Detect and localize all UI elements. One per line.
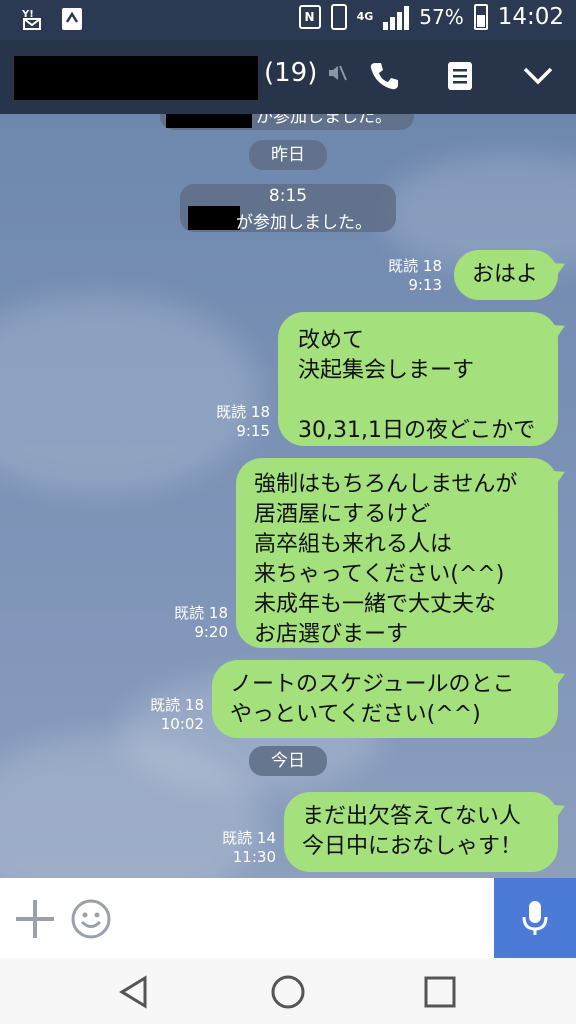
message-input-bar bbox=[0, 878, 576, 958]
nfc-icon: N bbox=[298, 5, 321, 29]
date-divider: 昨日 bbox=[249, 140, 327, 170]
chevron-down-icon[interactable] bbox=[518, 56, 558, 96]
battery-icon bbox=[473, 4, 488, 30]
redacted-group-name bbox=[14, 56, 258, 100]
message-meta: 既読 18 9:15 bbox=[216, 403, 270, 440]
clock: 14:02 bbox=[497, 4, 564, 30]
note-icon[interactable] bbox=[440, 56, 480, 96]
microphone-icon[interactable] bbox=[494, 878, 576, 958]
date-divider: 今日 bbox=[249, 746, 327, 776]
message-meta: 既読 14 11:30 bbox=[222, 829, 276, 866]
redacted-name bbox=[188, 206, 240, 230]
signal-icon bbox=[383, 4, 410, 30]
message-bubble[interactable]: まだ出欠答えてない人 今日中におなしゃす！ bbox=[284, 792, 558, 872]
redacted-name bbox=[166, 114, 252, 128]
message-meta: 既読 18 9:20 bbox=[174, 604, 228, 641]
recents-icon[interactable] bbox=[420, 972, 460, 1012]
message-meta: 既読 18 9:13 bbox=[388, 257, 442, 294]
back-icon[interactable] bbox=[114, 972, 154, 1012]
plus-icon[interactable] bbox=[16, 900, 54, 938]
home-icon[interactable] bbox=[268, 972, 308, 1012]
chat-header: (19) bbox=[0, 40, 576, 114]
chat-area[interactable]: が参加しました。 昨日 8:15 が参加しました。 既読 18 9:13 おはよ … bbox=[0, 114, 576, 878]
battery-percent: 57% bbox=[419, 5, 464, 29]
status-bar: Y! N 4G 57% 14:02 bbox=[0, 0, 576, 40]
clipboard-icon bbox=[60, 6, 84, 40]
network-type: 4G bbox=[356, 10, 374, 23]
system-message-join: 8:15 が参加しました。 bbox=[180, 184, 396, 233]
system-message-partial: が参加しました。 bbox=[160, 114, 414, 130]
message-bubble[interactable]: 改めて 決起集会しまーす 30,31,1日の夜どこかで bbox=[278, 312, 558, 446]
member-count: (19) bbox=[264, 58, 318, 88]
system-nav-bar bbox=[0, 958, 576, 1024]
emoji-icon[interactable] bbox=[70, 898, 112, 940]
mute-icon bbox=[326, 62, 348, 90]
message-bubble[interactable]: おはよ bbox=[454, 250, 558, 300]
call-icon[interactable] bbox=[364, 56, 404, 96]
message-meta: 既読 18 10:02 bbox=[150, 696, 204, 733]
message-bubble[interactable]: ノートのスケジュールのとこ やっといてください(^^) bbox=[212, 660, 558, 738]
message-input[interactable] bbox=[124, 892, 484, 944]
phone-vibrate-icon bbox=[330, 4, 347, 30]
yahoo-mail-icon: Y! bbox=[20, 7, 44, 39]
message-bubble[interactable]: 強制はもちろんしませんが 居酒屋にするけど 高卒組も来れる人は 来ちゃってくださ… bbox=[236, 458, 558, 648]
